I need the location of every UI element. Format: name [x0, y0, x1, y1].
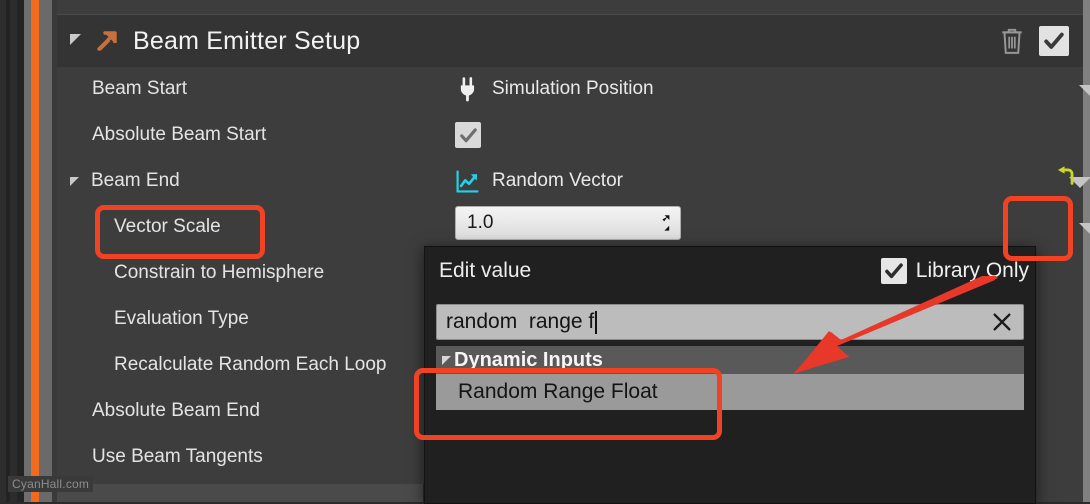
- checkbox-checked-icon: [884, 263, 903, 279]
- screen-root: Beam Emitter Setup Beam Start Simulation…: [0, 0, 1090, 504]
- property-label: Absolute Beam Start: [92, 124, 267, 145]
- property-label: Use Beam Tangents: [92, 446, 263, 467]
- library-only-toggle[interactable]: Library Only: [880, 258, 1029, 284]
- header-actions: [999, 26, 1083, 56]
- property-value-text: Simulation Position: [492, 78, 654, 99]
- vector-scale-input[interactable]: 1.0: [455, 206, 681, 240]
- list-item-random-range-float[interactable]: Random Range Float: [436, 374, 1024, 410]
- triangle-collapse-icon[interactable]: [442, 355, 451, 365]
- panel-bottom-bar: [57, 484, 423, 502]
- popup-title: Edit value: [439, 259, 532, 282]
- checkbox-checked-icon: [1044, 32, 1064, 49]
- orange-arrow-icon: [97, 31, 117, 51]
- property-label: Vector Scale: [114, 216, 221, 237]
- line-chart-icon: [456, 170, 479, 193]
- list-item-label: Random Range Float: [458, 380, 658, 403]
- property-label: Absolute Beam End: [92, 400, 260, 421]
- gutter-strip-3: [10, 0, 17, 502]
- property-value-text: Random Vector: [492, 170, 623, 191]
- property-label: Constrain to Hemisphere: [114, 262, 325, 283]
- triangle-collapse-icon[interactable]: [70, 33, 81, 45]
- plug-icon: [460, 77, 475, 102]
- reset-arrow-icon[interactable]: [1055, 165, 1077, 187]
- gutter-strip-4: [17, 0, 24, 502]
- vector-scale-value: 1.0: [467, 212, 494, 233]
- gutter-strip-gray: [24, 0, 31, 502]
- property-value[interactable]: [455, 112, 481, 158]
- search-input-value: random range f: [446, 310, 595, 333]
- category-header[interactable]: Beam Emitter Setup: [57, 14, 1083, 67]
- watermark: CyanHall.com: [8, 476, 94, 492]
- chevron-down-icon[interactable]: [1079, 223, 1090, 234]
- library-only-label: Library Only: [915, 259, 1029, 282]
- property-label: Beam Start: [92, 78, 188, 99]
- gutter-strip-gray-2: [39, 0, 52, 502]
- close-x-icon[interactable]: [991, 311, 1013, 333]
- checkbox-checked-icon: [459, 127, 477, 142]
- library-only-checkbox[interactable]: [880, 258, 907, 284]
- chevron-down-icon[interactable]: [1079, 85, 1090, 96]
- page-title: Beam Emitter Setup: [133, 26, 361, 55]
- edit-value-popup: Edit value Library Only random range f D…: [424, 246, 1036, 504]
- popup-header: Edit value Library Only: [425, 247, 1035, 295]
- triangle-collapse-icon[interactable]: [70, 176, 79, 186]
- property-checkbox[interactable]: [455, 122, 481, 148]
- module-enabled-orange-bar: [31, 0, 39, 502]
- text-caret: [595, 310, 598, 334]
- header-enabled-checkbox[interactable]: [1039, 26, 1069, 56]
- search-input[interactable]: random range f: [436, 304, 1024, 340]
- property-value[interactable]: Simulation Position: [455, 66, 654, 112]
- property-row-beam-start[interactable]: Beam Start Simulation Position: [57, 66, 1090, 112]
- property-label: Evaluation Type: [114, 308, 249, 329]
- property-value[interactable]: Random Vector: [455, 158, 623, 204]
- popup-category-dynamic-inputs[interactable]: Dynamic Inputs: [436, 346, 1024, 374]
- property-row-absolute-beam-start[interactable]: Absolute Beam Start: [57, 112, 1083, 158]
- expand-grip-icon[interactable]: [651, 213, 671, 233]
- property-label: Beam End: [91, 170, 180, 191]
- property-label: Recalculate Random Each Loop: [114, 354, 387, 375]
- property-row-beam-end[interactable]: Beam End Random Vector: [57, 158, 1090, 204]
- trash-icon[interactable]: [999, 27, 1025, 55]
- popup-category-label: Dynamic Inputs: [454, 348, 603, 371]
- panel-scrollbar[interactable]: [1083, 0, 1090, 502]
